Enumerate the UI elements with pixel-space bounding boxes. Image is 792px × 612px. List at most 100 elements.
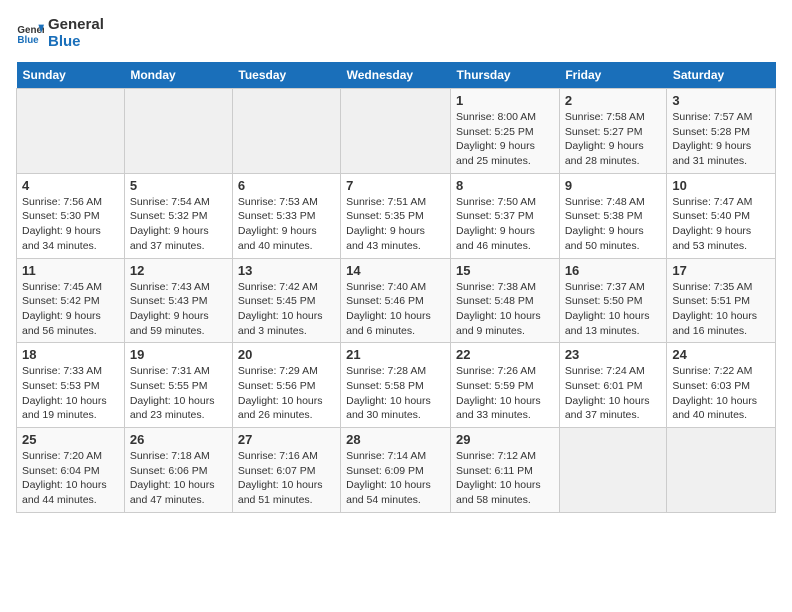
day-info: Sunrise: 7:43 AM Sunset: 5:43 PM Dayligh… xyxy=(130,280,227,339)
day-number: 6 xyxy=(238,178,335,193)
page-header: General Blue General Blue xyxy=(16,16,776,50)
day-number: 3 xyxy=(672,93,770,108)
calendar-cell: 15Sunrise: 7:38 AM Sunset: 5:48 PM Dayli… xyxy=(451,258,560,343)
calendar-cell: 18 Sunrise: 7:33 AM Sunset: 5:53 PM Dayli… xyxy=(17,343,125,428)
day-number: 21 xyxy=(346,347,445,362)
calendar-cell: 11 Sunrise: 7:45 AM Sunset: 5:42 PM Dayli… xyxy=(17,258,125,343)
calendar-cell xyxy=(559,428,667,513)
day-info: Sunrise: 7:58 AM Sunset: 5:27 PM Dayligh… xyxy=(565,110,662,169)
day-number: 1 xyxy=(456,93,554,108)
calendar-week-3: 11 Sunrise: 7:45 AM Sunset: 5:42 PM Dayli… xyxy=(17,258,776,343)
header-cell-sunday: Sunday xyxy=(17,62,125,89)
day-info: Sunrise: 7:47 AM Sunset: 5:40 PM Dayligh… xyxy=(672,195,770,254)
day-number: 26 xyxy=(130,432,227,447)
calendar-cell: 27 Sunrise: 7:16 AM Sunset: 6:07 PM Dayli… xyxy=(232,428,340,513)
day-info: Sunrise: 7:40 AM Sunset: 5:46 PM Dayligh… xyxy=(346,280,445,339)
calendar-cell: 13 Sunrise: 7:42 AM Sunset: 5:45 PM Dayli… xyxy=(232,258,340,343)
calendar-cell xyxy=(341,89,451,174)
day-info: Sunrise: 7:38 AM Sunset: 5:48 PM Dayligh… xyxy=(456,280,554,339)
day-info: Sunrise: 7:12 AM Sunset: 6:11 PM Dayligh… xyxy=(456,449,554,508)
calendar-cell: 14 Sunrise: 7:40 AM Sunset: 5:46 PM Dayli… xyxy=(341,258,451,343)
calendar-cell: 10 Sunrise: 7:47 AM Sunset: 5:40 PM Dayli… xyxy=(667,173,776,258)
day-info: Sunrise: 7:14 AM Sunset: 6:09 PM Dayligh… xyxy=(346,449,445,508)
calendar-cell: 5 Sunrise: 7:54 AM Sunset: 5:32 PM Daylig… xyxy=(124,173,232,258)
calendar-cell: 28 Sunrise: 7:14 AM Sunset: 6:09 PM Dayli… xyxy=(341,428,451,513)
header-cell-friday: Friday xyxy=(559,62,667,89)
calendar-cell: 3 Sunrise: 7:57 AM Sunset: 5:28 PM Daylig… xyxy=(667,89,776,174)
calendar-cell xyxy=(124,89,232,174)
day-info: Sunrise: 7:16 AM Sunset: 6:07 PM Dayligh… xyxy=(238,449,335,508)
day-number: 27 xyxy=(238,432,335,447)
calendar-cell: 24Sunrise: 7:22 AM Sunset: 6:03 PM Dayli… xyxy=(667,343,776,428)
day-number: 5 xyxy=(130,178,227,193)
calendar-cell: 23 Sunrise: 7:24 AM Sunset: 6:01 PM Dayli… xyxy=(559,343,667,428)
day-number: 20 xyxy=(238,347,335,362)
calendar-cell: 19Sunrise: 7:31 AM Sunset: 5:55 PM Dayli… xyxy=(124,343,232,428)
day-number: 24 xyxy=(672,347,770,362)
day-info: Sunrise: 7:33 AM Sunset: 5:53 PM Dayligh… xyxy=(22,364,119,423)
calendar-cell: 9Sunrise: 7:48 AM Sunset: 5:38 PM Daylig… xyxy=(559,173,667,258)
day-info: Sunrise: 7:35 AM Sunset: 5:51 PM Dayligh… xyxy=(672,280,770,339)
day-number: 16 xyxy=(565,263,662,278)
header-cell-tuesday: Tuesday xyxy=(232,62,340,89)
calendar-cell: 29 Sunrise: 7:12 AM Sunset: 6:11 PM Dayli… xyxy=(451,428,560,513)
calendar-week-1: 1 Sunrise: 8:00 AM Sunset: 5:25 PM Daylig… xyxy=(17,89,776,174)
logo-general: General xyxy=(48,16,104,33)
calendar-cell: 26 Sunrise: 7:18 AM Sunset: 6:06 PM Dayli… xyxy=(124,428,232,513)
calendar-cell: 8Sunrise: 7:50 AM Sunset: 5:37 PM Daylig… xyxy=(451,173,560,258)
calendar-cell xyxy=(17,89,125,174)
logo-blue: Blue xyxy=(48,33,104,50)
day-info: Sunrise: 7:51 AM Sunset: 5:35 PM Dayligh… xyxy=(346,195,445,254)
calendar-cell xyxy=(232,89,340,174)
day-info: Sunrise: 7:29 AM Sunset: 5:56 PM Dayligh… xyxy=(238,364,335,423)
calendar-cell: 22 Sunrise: 7:26 AM Sunset: 5:59 PM Dayli… xyxy=(451,343,560,428)
calendar-cell: 1 Sunrise: 8:00 AM Sunset: 5:25 PM Daylig… xyxy=(451,89,560,174)
calendar-cell: 20 Sunrise: 7:29 AM Sunset: 5:56 PM Dayli… xyxy=(232,343,340,428)
calendar-week-2: 4Sunrise: 7:56 AM Sunset: 5:30 PM Daylig… xyxy=(17,173,776,258)
day-info: Sunrise: 7:53 AM Sunset: 5:33 PM Dayligh… xyxy=(238,195,335,254)
day-info: Sunrise: 7:20 AM Sunset: 6:04 PM Dayligh… xyxy=(22,449,119,508)
calendar-cell: 12 Sunrise: 7:43 AM Sunset: 5:43 PM Dayli… xyxy=(124,258,232,343)
calendar-cell: 25 Sunrise: 7:20 AM Sunset: 6:04 PM Dayli… xyxy=(17,428,125,513)
day-info: Sunrise: 7:24 AM Sunset: 6:01 PM Dayligh… xyxy=(565,364,662,423)
calendar-week-4: 18 Sunrise: 7:33 AM Sunset: 5:53 PM Dayli… xyxy=(17,343,776,428)
day-number: 23 xyxy=(565,347,662,362)
day-number: 18 xyxy=(22,347,119,362)
day-info: Sunrise: 8:00 AM Sunset: 5:25 PM Dayligh… xyxy=(456,110,554,169)
day-number: 7 xyxy=(346,178,445,193)
logo-icon: General Blue xyxy=(16,19,44,47)
day-number: 9 xyxy=(565,178,662,193)
day-number: 19 xyxy=(130,347,227,362)
day-number: 29 xyxy=(456,432,554,447)
day-number: 2 xyxy=(565,93,662,108)
day-info: Sunrise: 7:42 AM Sunset: 5:45 PM Dayligh… xyxy=(238,280,335,339)
day-number: 13 xyxy=(238,263,335,278)
header-row: SundayMondayTuesdayWednesdayThursdayFrid… xyxy=(17,62,776,89)
day-number: 28 xyxy=(346,432,445,447)
day-number: 12 xyxy=(130,263,227,278)
day-info: Sunrise: 7:37 AM Sunset: 5:50 PM Dayligh… xyxy=(565,280,662,339)
day-number: 14 xyxy=(346,263,445,278)
calendar-table: SundayMondayTuesdayWednesdayThursdayFrid… xyxy=(16,62,776,513)
day-info: Sunrise: 7:26 AM Sunset: 5:59 PM Dayligh… xyxy=(456,364,554,423)
calendar-cell: 6 Sunrise: 7:53 AM Sunset: 5:33 PM Daylig… xyxy=(232,173,340,258)
header-cell-monday: Monday xyxy=(124,62,232,89)
calendar-cell: 17Sunrise: 7:35 AM Sunset: 5:51 PM Dayli… xyxy=(667,258,776,343)
day-info: Sunrise: 7:45 AM Sunset: 5:42 PM Dayligh… xyxy=(22,280,119,339)
day-number: 4 xyxy=(22,178,119,193)
day-info: Sunrise: 7:18 AM Sunset: 6:06 PM Dayligh… xyxy=(130,449,227,508)
day-info: Sunrise: 7:54 AM Sunset: 5:32 PM Dayligh… xyxy=(130,195,227,254)
day-number: 11 xyxy=(22,263,119,278)
day-number: 25 xyxy=(22,432,119,447)
header-cell-thursday: Thursday xyxy=(451,62,560,89)
calendar-cell: 16 Sunrise: 7:37 AM Sunset: 5:50 PM Dayli… xyxy=(559,258,667,343)
calendar-cell: 21Sunrise: 7:28 AM Sunset: 5:58 PM Dayli… xyxy=(341,343,451,428)
calendar-cell: 2 Sunrise: 7:58 AM Sunset: 5:27 PM Daylig… xyxy=(559,89,667,174)
calendar-cell xyxy=(667,428,776,513)
day-info: Sunrise: 7:50 AM Sunset: 5:37 PM Dayligh… xyxy=(456,195,554,254)
day-number: 10 xyxy=(672,178,770,193)
calendar-cell: 7 Sunrise: 7:51 AM Sunset: 5:35 PM Daylig… xyxy=(341,173,451,258)
day-number: 22 xyxy=(456,347,554,362)
day-info: Sunrise: 7:57 AM Sunset: 5:28 PM Dayligh… xyxy=(672,110,770,169)
calendar-cell: 4Sunrise: 7:56 AM Sunset: 5:30 PM Daylig… xyxy=(17,173,125,258)
